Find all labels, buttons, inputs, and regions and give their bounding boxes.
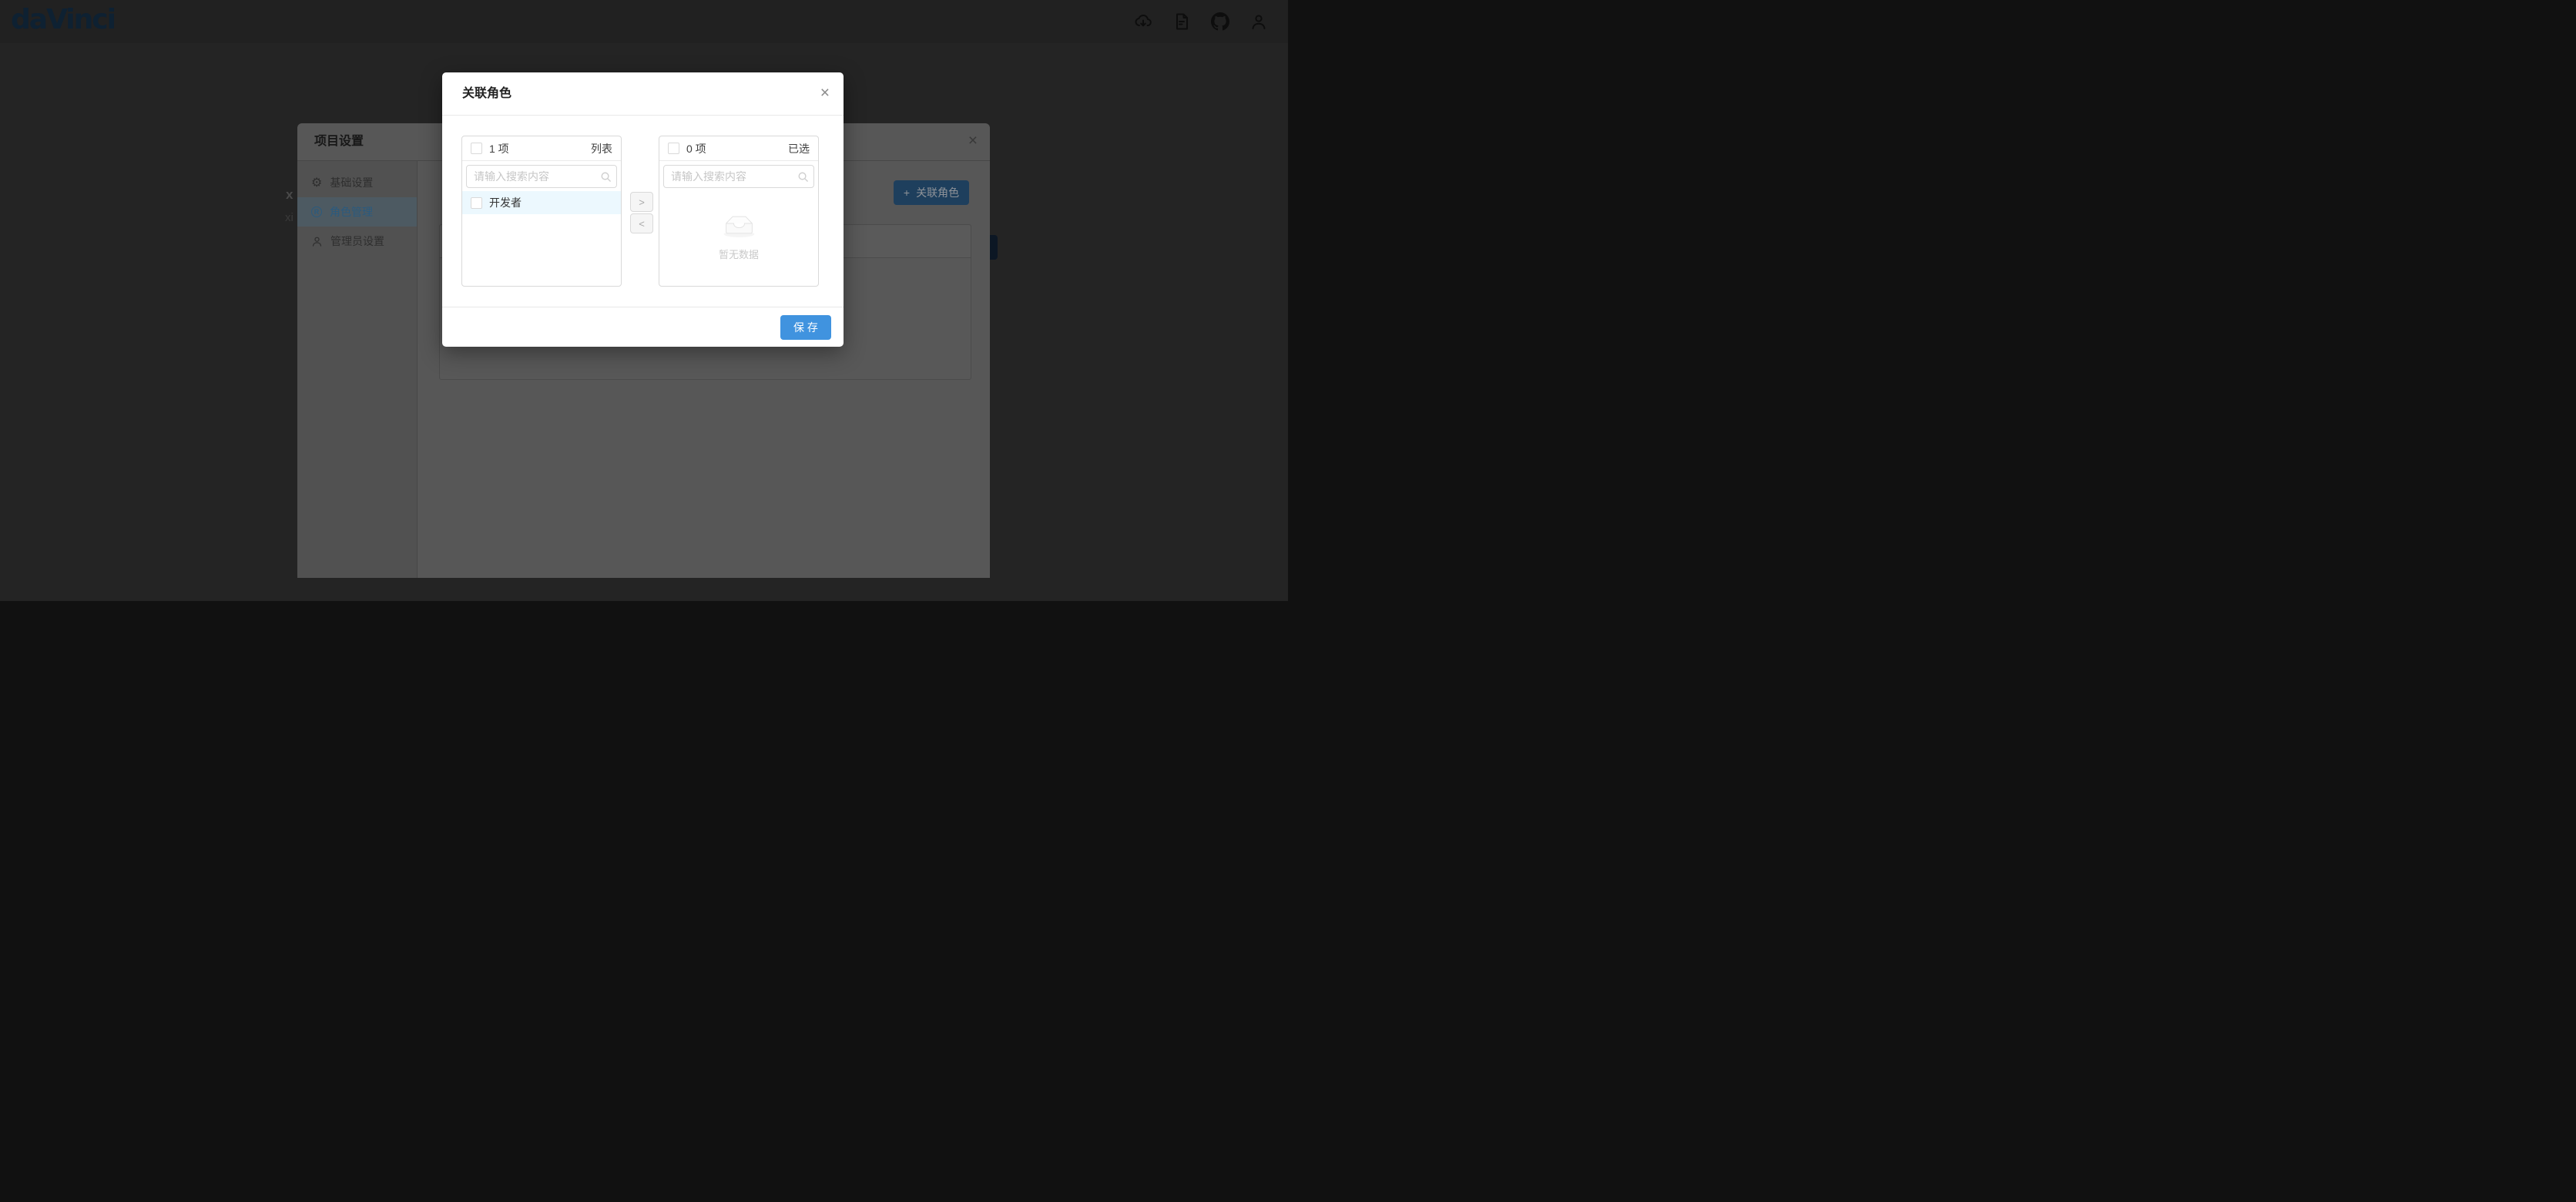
sidebar-item-label: 基础设置 [330, 176, 374, 189]
move-left-button[interactable]: < [630, 213, 653, 233]
transfer-source-panel: 1 项 列表 开发者 [461, 136, 622, 287]
relate-roles-title: 关联角色 [462, 87, 512, 100]
sidebar-item-admin-settings[interactable]: 管理员设置 [297, 227, 417, 256]
search-input[interactable] [663, 165, 814, 188]
list-item-label: 开发者 [489, 196, 522, 209]
save-button[interactable]: 保 存 [780, 315, 831, 340]
transfer-source-list: 开发者 [462, 191, 621, 214]
cloud-download-icon[interactable] [1134, 12, 1152, 31]
move-right-button[interactable]: > [630, 192, 653, 212]
user-icon[interactable] [1249, 12, 1268, 31]
empty-state-text: 暂无数据 [718, 248, 759, 260]
transfer-target-panel: 0 项 已选 暂无数据 [659, 136, 819, 287]
background-clipped-text: x [286, 187, 293, 202]
transfer-source-title: 列表 [591, 142, 612, 155]
sidebar-item-role-management[interactable]: R 角色管理 [297, 197, 417, 227]
search-icon [600, 171, 612, 183]
app-header: daVinci [0, 0, 1288, 43]
empty-box-icon [721, 214, 757, 241]
relate-roles-modal-header: 关联角色 × [442, 72, 844, 116]
github-icon[interactable] [1211, 12, 1229, 31]
item-checkbox[interactable] [471, 196, 482, 209]
relate-roles-close-icon[interactable]: × [820, 72, 830, 113]
transfer-target-search [663, 165, 814, 188]
transfer-target-count: 0 项 [686, 142, 706, 155]
plus-icon: + [903, 186, 911, 199]
search-input[interactable] [466, 165, 617, 188]
relate-role-button[interactable]: + 关联角色 [894, 180, 969, 205]
search-icon [797, 171, 809, 183]
project-settings-title: 项目设置 [314, 135, 364, 148]
user-outline-icon [311, 236, 323, 247]
transfer-source-search [466, 165, 617, 188]
sidebar-item-basic-settings[interactable]: ⚙ 基础设置 [297, 168, 417, 197]
screen: daVinci x xi 项目设置 × ⚙ 基础设置 R 角色管理 管理员设置 … [0, 0, 1288, 601]
sidebar-item-label: 角色管理 [330, 206, 373, 218]
list-item-developer[interactable]: 开发者 [462, 191, 621, 214]
project-settings-sidebar: ⚙ 基础设置 R 角色管理 管理员设置 [297, 161, 418, 578]
background-clipped-text: xi [285, 211, 293, 224]
relate-roles-modal: 关联角色 × 1 项 列表 开发者 [442, 72, 844, 347]
transfer-target-header: 0 项 已选 [659, 136, 818, 161]
transfer-source-header: 1 项 列表 [462, 136, 621, 161]
sidebar-item-label: 管理员设置 [330, 235, 384, 247]
select-all-checkbox[interactable] [668, 143, 679, 154]
gear-icon: ⚙ [311, 175, 323, 190]
file-document-icon[interactable] [1172, 12, 1191, 31]
relate-role-button-label: 关联角色 [916, 186, 960, 199]
registered-icon: R [311, 206, 322, 217]
davinci-logo[interactable]: daVinci [11, 4, 116, 35]
transfer-source-count: 1 项 [489, 142, 509, 155]
background-clipped-blue-button [990, 235, 998, 260]
relate-roles-modal-footer: 保 存 [442, 307, 844, 348]
project-settings-close-icon[interactable]: × [968, 123, 978, 159]
select-all-checkbox[interactable] [471, 143, 482, 154]
transfer-target-title: 已选 [788, 142, 810, 155]
empty-state: 暂无数据 [659, 188, 818, 287]
